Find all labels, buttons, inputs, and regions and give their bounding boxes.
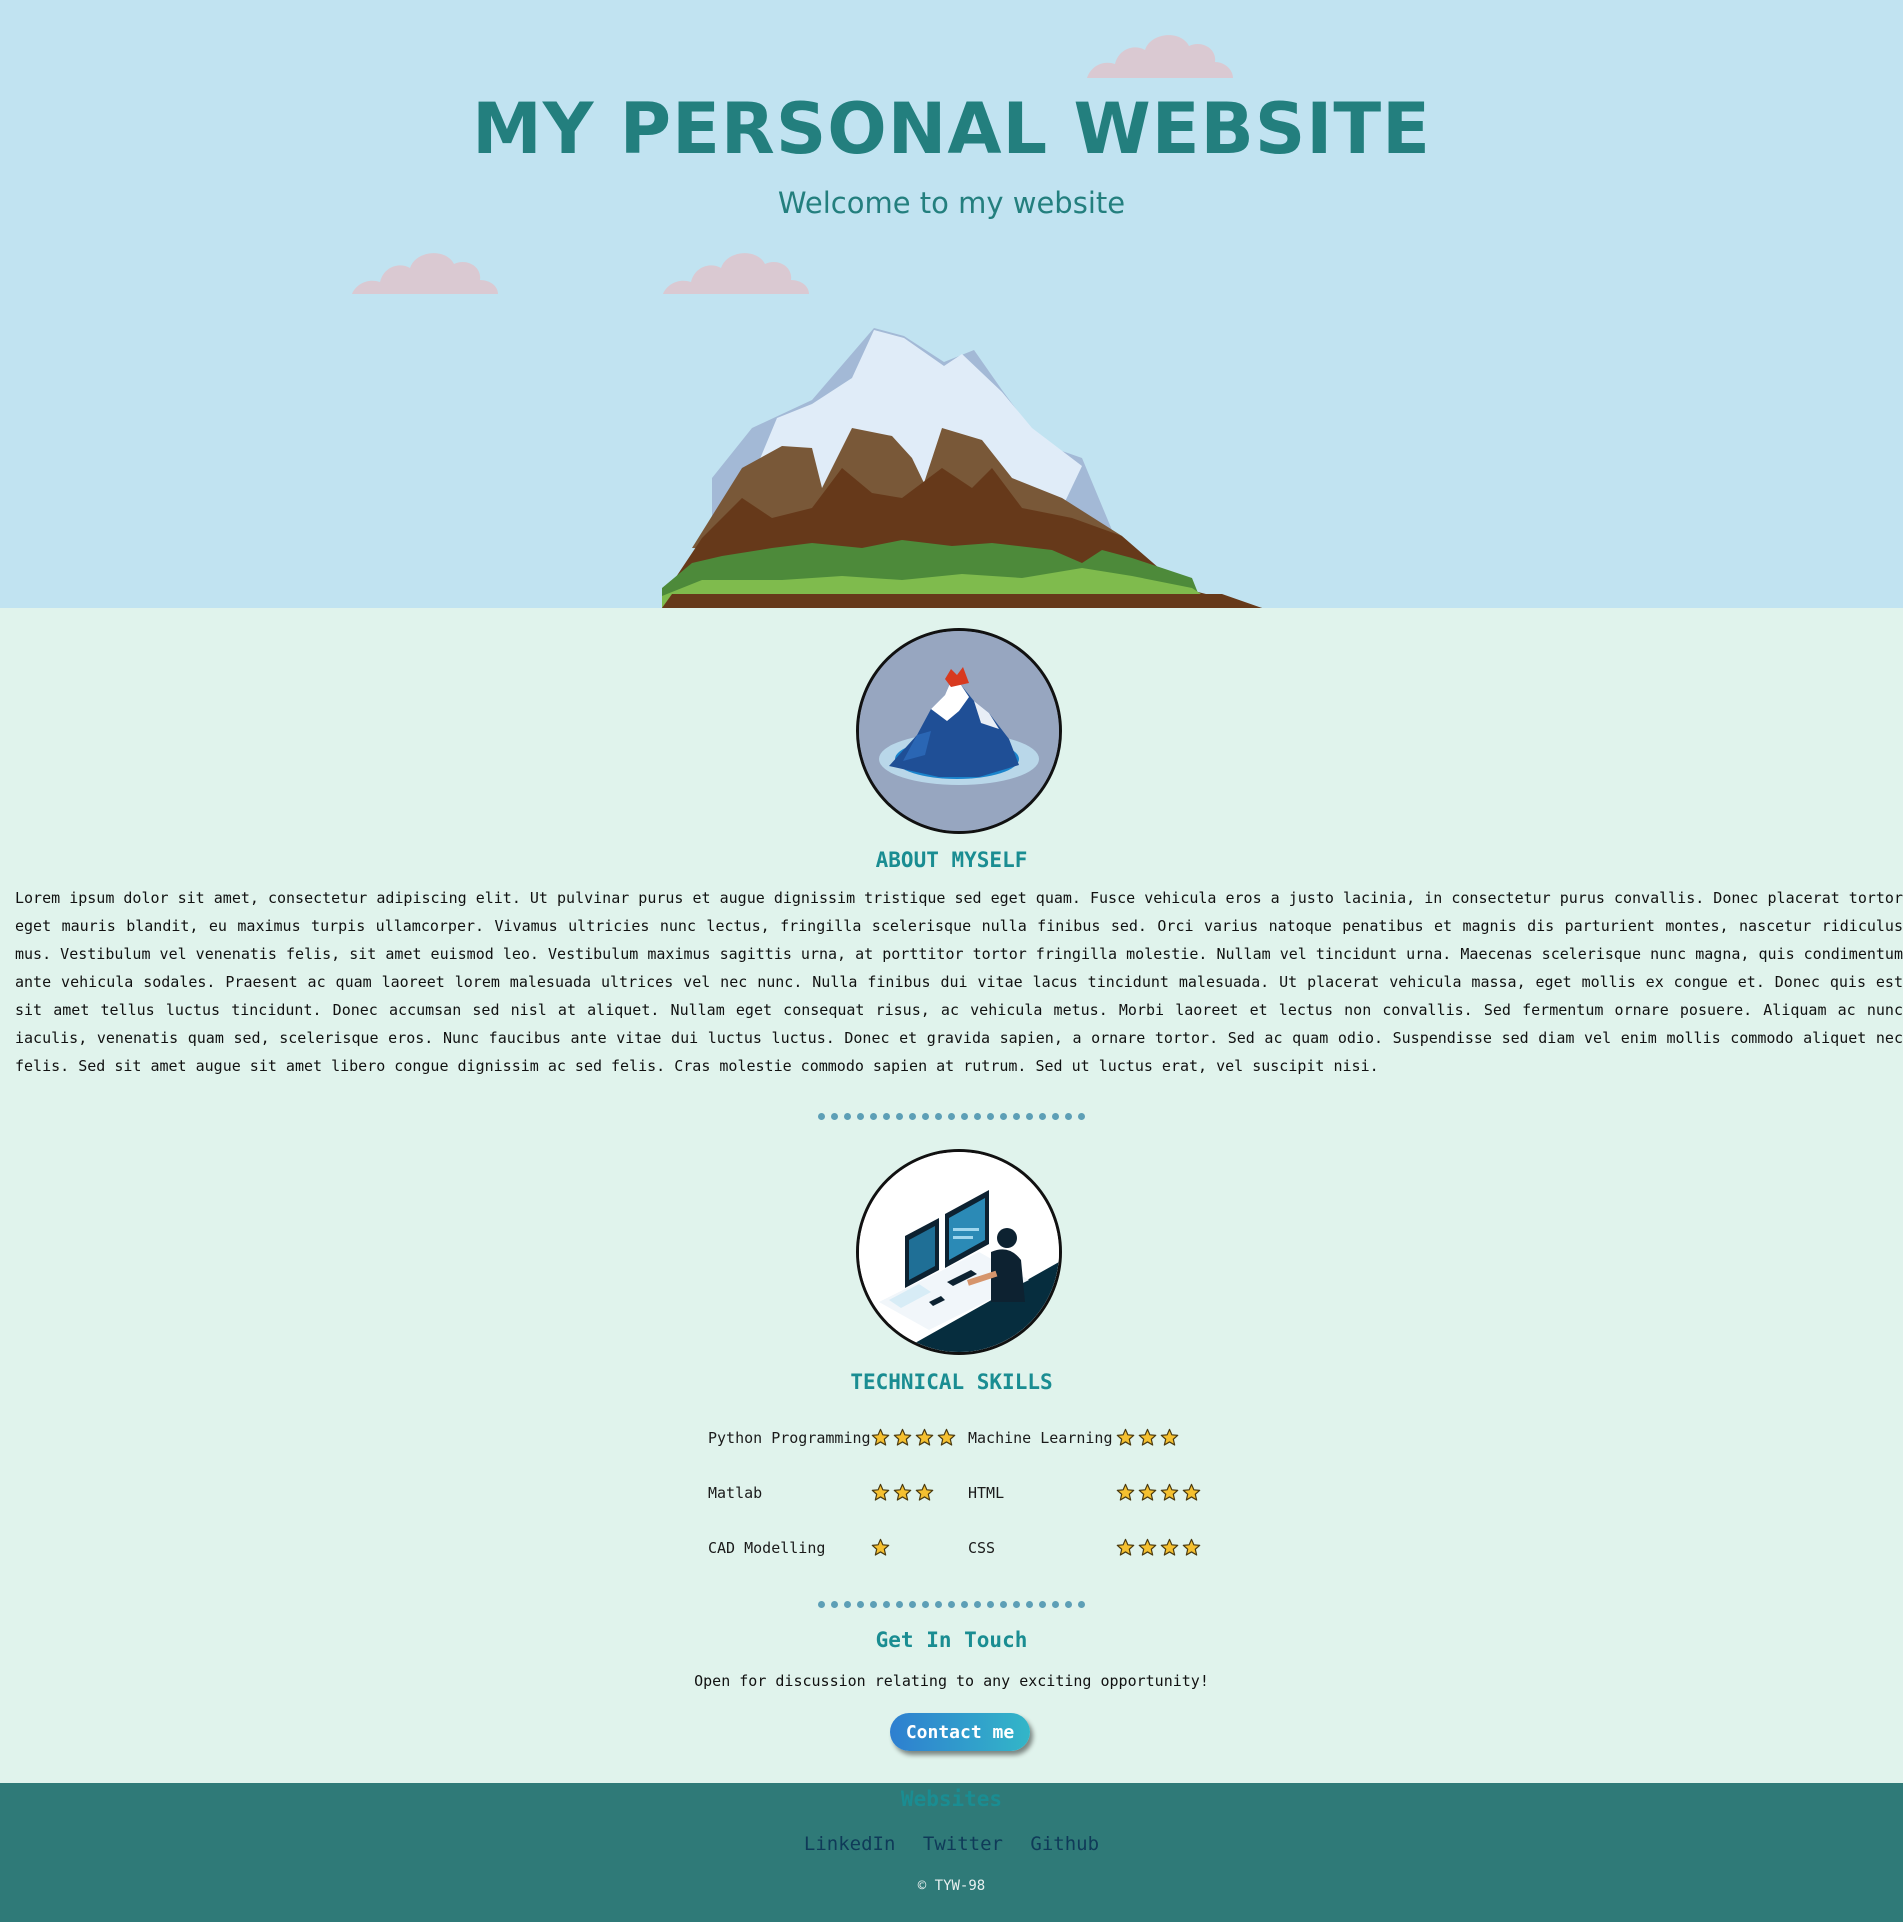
skill-rating	[871, 1520, 968, 1575]
skill-name: CSS	[968, 1538, 996, 1557]
page-subtitle: Welcome to my website	[777, 186, 1126, 220]
star-icon	[915, 1428, 937, 1446]
about-paragraph: Lorem ipsum dolor sit amet, consectetur …	[15, 889, 1903, 1075]
about-heading: ABOUT MYSELF	[875, 848, 1028, 872]
cloud-icon	[1087, 35, 1233, 78]
footer-heading: Websites	[900, 1787, 1003, 1811]
mountain-avatar	[856, 628, 1062, 834]
skill-name: Machine Learning	[968, 1428, 1113, 1447]
star-icon	[1138, 1538, 1160, 1556]
skill-rating	[1116, 1520, 1213, 1575]
developer-avatar	[856, 1149, 1062, 1355]
hero-banner: MY PERSONAL WEBSITE Welcome to my websit…	[0, 0, 1903, 608]
contact-me-button[interactable]: Contact me	[890, 1713, 1030, 1751]
star-icon	[1160, 1538, 1182, 1556]
skill-rating	[871, 1410, 968, 1465]
cloud-icon	[352, 253, 498, 294]
section-divider	[0, 1593, 1903, 1608]
star-icon	[1138, 1483, 1160, 1501]
linkedin-link[interactable]: LinkedIn	[804, 1833, 896, 1855]
twitter-link[interactable]: Twitter	[923, 1833, 1003, 1855]
star-icon	[1182, 1483, 1204, 1501]
skill-rating	[871, 1465, 968, 1520]
star-icon	[1182, 1538, 1204, 1556]
skills-table: Python Programming Machine Learning Matlab…	[708, 1410, 1213, 1575]
star-icon	[871, 1538, 893, 1556]
section-divider	[0, 1105, 1903, 1120]
star-icon	[1116, 1538, 1138, 1556]
skill-name: CAD Modelling	[708, 1538, 826, 1557]
contact-text: Open for discussion relating to any exci…	[694, 1672, 1209, 1690]
skill-name: HTML	[968, 1483, 1005, 1502]
skills-heading: TECHNICAL SKILLS	[850, 1370, 1053, 1394]
copyright-text: © TYW-98	[917, 1878, 986, 1894]
star-icon	[1160, 1428, 1182, 1446]
star-icon	[937, 1428, 959, 1446]
skill-rating	[1116, 1465, 1213, 1520]
star-icon	[893, 1483, 915, 1501]
github-link[interactable]: Github	[1030, 1833, 1099, 1855]
star-icon	[893, 1428, 915, 1446]
skill-rating	[1116, 1410, 1213, 1465]
skills-row: Python Programming Machine Learning	[708, 1410, 1213, 1465]
skills-row: Matlab HTML	[708, 1465, 1213, 1520]
skill-name: Python Programming	[708, 1428, 871, 1447]
footer-links: LinkedIn Twitter Github	[0, 1833, 1903, 1855]
contact-heading: Get In Touch	[875, 1628, 1028, 1652]
star-icon	[1160, 1483, 1182, 1501]
star-icon	[915, 1483, 937, 1501]
skills-row: CAD Modelling CSS	[708, 1520, 1213, 1575]
mountain-illustration	[662, 328, 1262, 608]
skill-name: Matlab	[708, 1483, 763, 1502]
cloud-icon	[663, 253, 809, 294]
star-icon	[871, 1483, 893, 1501]
star-icon	[1116, 1428, 1138, 1446]
star-icon	[1138, 1428, 1160, 1446]
star-icon	[871, 1428, 893, 1446]
footer: Websites LinkedIn Twitter Github © TYW-9…	[0, 1783, 1903, 1922]
page-title: MY PERSONAL WEBSITE	[472, 88, 1431, 170]
star-icon	[1116, 1483, 1138, 1501]
